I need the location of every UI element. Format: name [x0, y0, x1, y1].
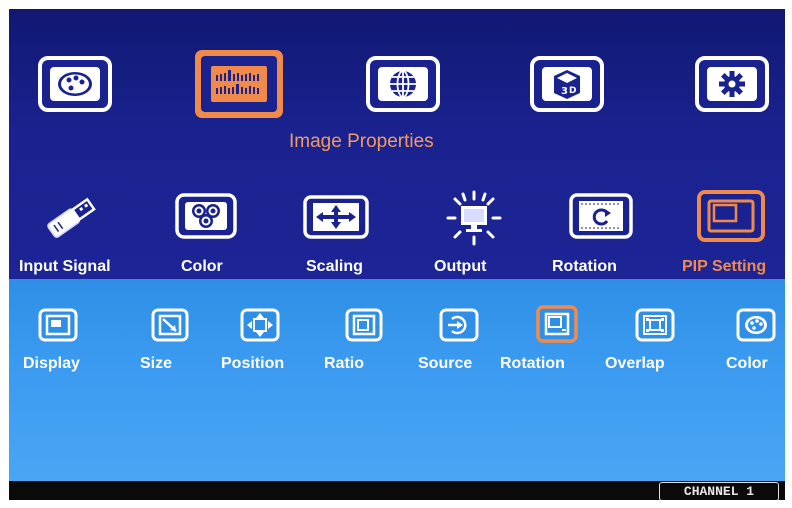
osd-screen: 3 D Image Properties Input Signal Color …	[9, 9, 785, 500]
source-icon	[439, 308, 479, 342]
pip-rotation-icon	[536, 305, 578, 343]
pip-menu-display[interactable]: Display	[23, 355, 80, 373]
palette-icon[interactable]	[38, 56, 112, 112]
ratio-icon	[345, 308, 383, 342]
rotation-icon	[569, 193, 633, 239]
pip-menu-rotation[interactable]: Rotation	[500, 355, 565, 373]
scaling-arrows-icon	[303, 195, 369, 239]
pip-menu-source[interactable]: Source	[418, 355, 472, 373]
pip-menu-position[interactable]: Position	[221, 355, 284, 373]
svg-text:D: D	[569, 86, 576, 96]
channel-badge: CHANNEL 1	[659, 482, 779, 500]
output-monitor-icon	[446, 190, 502, 246]
pip-menu-ratio[interactable]: Ratio	[324, 355, 364, 373]
pip-menu-overlap[interactable]: Overlap	[605, 355, 665, 373]
pip-color-icon	[736, 308, 776, 342]
svg-text:3: 3	[561, 86, 568, 97]
sub-menu-input-signal[interactable]: Input Signal	[19, 258, 111, 276]
pip-menu-size[interactable]: Size	[140, 355, 172, 373]
globe-icon[interactable]	[366, 56, 440, 112]
sub-menu-output[interactable]: Output	[434, 258, 486, 276]
pip-menu-color[interactable]: Color	[726, 355, 768, 373]
gear-icon[interactable]	[695, 56, 769, 112]
overlap-icon	[635, 308, 675, 342]
sub-menu-color[interactable]: Color	[181, 258, 223, 276]
usb-plug-icon	[39, 193, 103, 243]
sub-menu-rotation[interactable]: Rotation	[552, 258, 617, 276]
category-title: Image Properties	[289, 131, 434, 152]
display-icon	[38, 308, 78, 342]
sub-menu-scaling[interactable]: Scaling	[306, 258, 363, 276]
color-dots-icon	[175, 193, 237, 239]
3d-icon[interactable]: 3 D	[530, 56, 604, 112]
pip-icon	[696, 189, 766, 243]
size-icon	[151, 308, 189, 342]
image-properties-icon[interactable]	[193, 48, 285, 120]
sub-menu-pip-setting[interactable]: PIP Setting	[682, 258, 766, 276]
position-icon	[240, 308, 280, 342]
